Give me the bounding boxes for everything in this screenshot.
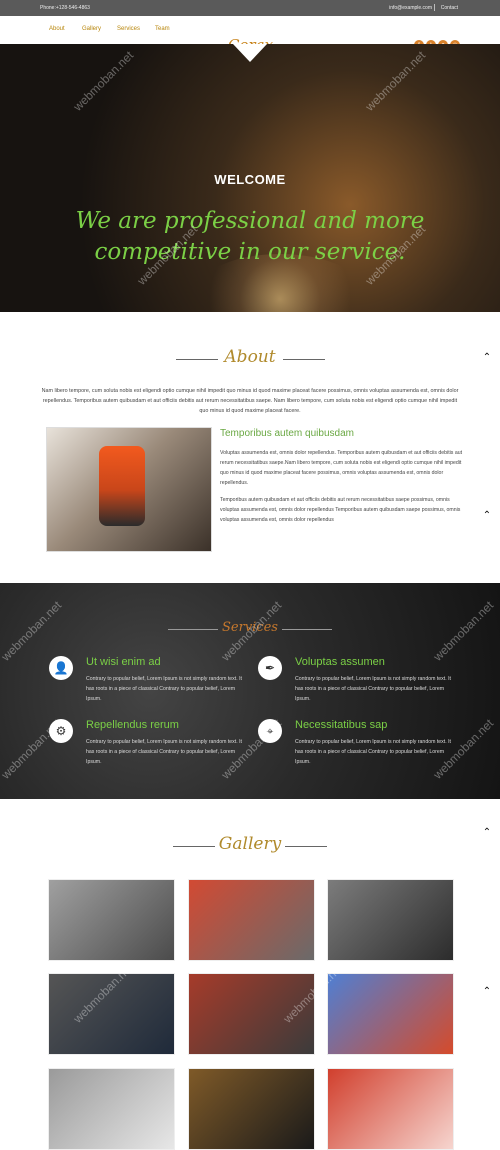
services-title-line-right	[282, 629, 332, 630]
scroll-up-icon[interactable]: ⌃	[482, 986, 492, 998]
gallery-image[interactable]	[48, 973, 175, 1055]
gallery-title-line-right	[285, 846, 327, 847]
about-intro: Nam libero tempore, cum soluta nobis est…	[41, 388, 459, 414]
nav-services[interactable]: Services	[117, 26, 140, 32]
hero-tagline: We are professional and more competitive…	[75, 208, 425, 265]
contact-link[interactable]: Contact	[441, 5, 458, 11]
services-section: Services 👤 Ut wisi enim ad Contrary to p…	[0, 583, 500, 799]
scroll-up-icon[interactable]: ⌃	[482, 352, 492, 364]
service-text: Contrary to popular belief, Lorem Ipsum …	[295, 739, 451, 765]
about-paragraph-2: Temporibus autem quibusdam et aut offici…	[220, 497, 461, 523]
service-text: Contrary to popular belief, Lorem Ipsum …	[86, 739, 242, 765]
gallery-image[interactable]	[188, 879, 315, 961]
pen-icon: ✒	[258, 656, 282, 680]
service-title: Ut wisi enim ad	[86, 656, 161, 668]
top-bar: Phone:+128-546-4863 info@example.com Con…	[0, 0, 500, 16]
phone-text: Phone:+128-546-4863	[40, 5, 90, 11]
hero-notch	[233, 44, 267, 62]
service-text: Contrary to popular belief, Lorem Ipsum …	[295, 676, 451, 702]
about-title: About	[224, 347, 276, 367]
hero-banner: WELCOME We are professional and more com…	[0, 44, 500, 312]
location-icon: ⌖	[258, 719, 282, 743]
service-text: Contrary to popular belief, Lorem Ipsum …	[86, 676, 242, 702]
email-link[interactable]: info@example.com	[389, 5, 432, 11]
gallery-image[interactable]	[327, 973, 454, 1055]
about-title-line-right	[283, 359, 325, 360]
gallery-image[interactable]	[327, 879, 454, 961]
gallery-image[interactable]	[188, 1068, 315, 1150]
user-icon: 👤	[49, 656, 73, 680]
slider-dots[interactable]	[236, 308, 272, 312]
nav-gallery[interactable]: Gallery	[82, 26, 101, 32]
about-subtitle: Temporibus autem quibusdam	[220, 428, 354, 439]
about-paragraph-1: Voluptas assumenda est, omnis dolor repe…	[220, 450, 463, 486]
gallery-image[interactable]	[48, 1068, 175, 1150]
scroll-up-icon[interactable]: ⌃	[482, 510, 492, 522]
gallery-image[interactable]	[327, 1068, 454, 1150]
service-title: Necessitatibus sap	[295, 719, 388, 731]
nav-team[interactable]: Team	[155, 26, 170, 32]
gear-icon: ⚙	[49, 719, 73, 743]
gallery-image[interactable]	[48, 879, 175, 961]
gallery-image[interactable]	[188, 973, 315, 1055]
service-title: Repellendus rerum	[86, 719, 179, 731]
scroll-up-icon[interactable]: ⌃	[482, 827, 492, 839]
topbar-divider	[434, 4, 435, 11]
nav-about[interactable]: About	[49, 26, 65, 32]
navigation-bar: About Gallery Services Team Corax f t g …	[0, 16, 500, 54]
hero-welcome: WELCOME	[214, 172, 286, 187]
about-image	[46, 427, 212, 552]
gallery-title: Gallery	[218, 834, 282, 854]
worker-figure	[99, 446, 145, 526]
service-title: Voluptas assumen	[295, 656, 385, 668]
services-title: Services	[222, 620, 278, 635]
